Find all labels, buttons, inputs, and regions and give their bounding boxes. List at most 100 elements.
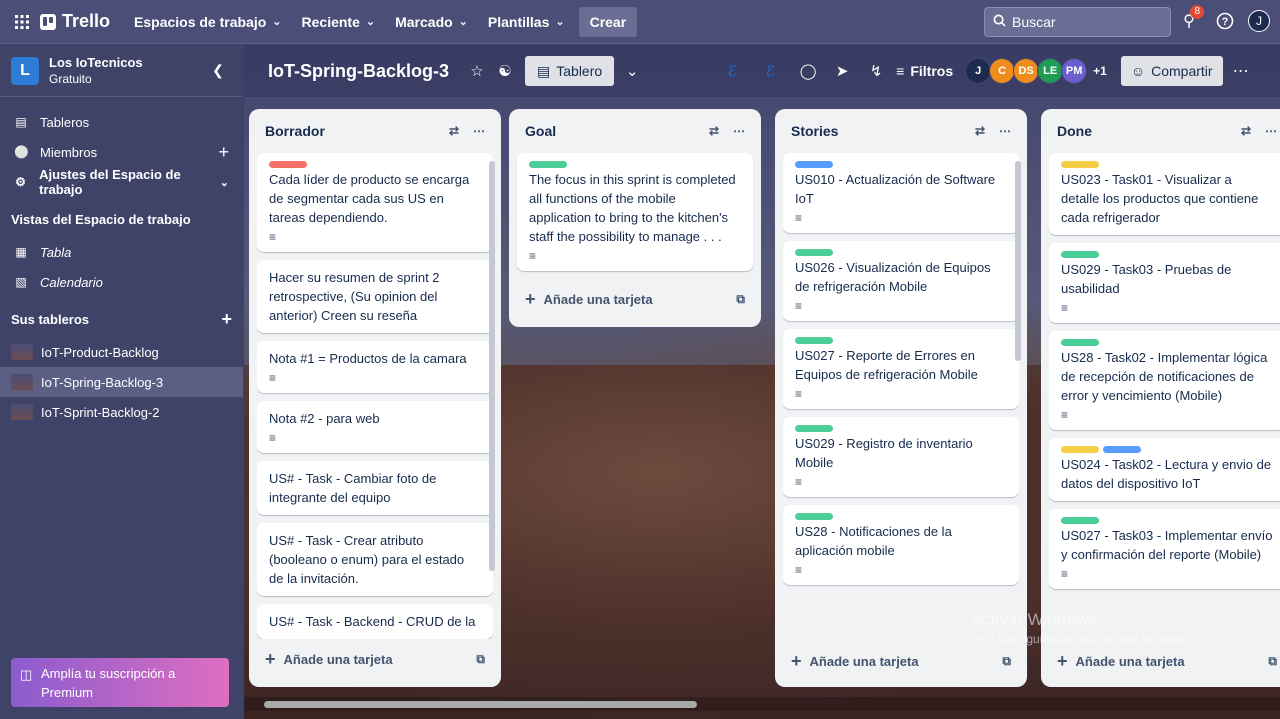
card-template-icon[interactable]: ⧉: [1268, 654, 1277, 669]
list-menu-icon[interactable]: ⋯: [733, 124, 745, 138]
list-header[interactable]: Stories ⇄ ⋯: [783, 109, 1019, 153]
card-template-icon[interactable]: ⧉: [1002, 654, 1011, 669]
powerup-icon[interactable]: ℰ: [756, 57, 784, 85]
list-header[interactable]: Goal ⇄ ⋯: [517, 109, 753, 153]
member-avatar[interactable]: LE: [1037, 58, 1064, 84]
list-title[interactable]: Stories: [791, 123, 838, 139]
card[interactable]: US010 - Actualización de Software IoT ≡: [783, 153, 1019, 233]
collapse-list-icon[interactable]: ⇄: [449, 124, 459, 138]
list-menu-icon[interactable]: ⋯: [999, 124, 1011, 138]
add-card-button[interactable]: + Añade una tarjeta ⧉: [783, 641, 1019, 681]
card[interactable]: Nota #2 - para web ≡: [257, 401, 493, 453]
create-button[interactable]: Crear: [578, 6, 638, 37]
add-member-icon[interactable]: +: [218, 142, 229, 163]
card[interactable]: US28 - Task02 - Implementar lógica de re…: [1049, 331, 1280, 430]
card-label[interactable]: [795, 513, 833, 520]
card[interactable]: US023 - Task01 - Visualizar a detalle lo…: [1049, 153, 1280, 235]
visibility-icon[interactable]: ☯: [491, 57, 519, 85]
card[interactable]: Cada líder de producto se encarga de seg…: [257, 153, 493, 252]
card-label[interactable]: [795, 337, 833, 344]
card[interactable]: US# - Task - Backend - CRUD de la: [257, 604, 493, 639]
card-label[interactable]: [795, 249, 833, 256]
card[interactable]: US28 - Notificaciones de la aplicación m…: [783, 505, 1019, 585]
card-label[interactable]: [1061, 339, 1099, 346]
rocket-icon[interactable]: ➤: [828, 57, 856, 85]
share-button[interactable]: ☺ Compartir: [1120, 56, 1223, 86]
apps-grid-icon[interactable]: [8, 8, 36, 36]
card[interactable]: Nota #1 = Productos de la camara ≡: [257, 341, 493, 393]
add-card-button[interactable]: + Añade una tarjeta ⧉: [1049, 641, 1280, 681]
card[interactable]: US027 - Task03 - Implementar envío y con…: [1049, 509, 1280, 589]
list-menu-icon[interactable]: ⋯: [473, 124, 485, 138]
menu-workspaces[interactable]: Espacios de trabajo ⌄: [124, 6, 292, 38]
horizontal-scrollbar[interactable]: [244, 697, 1280, 711]
sidebar-item-calendar[interactable]: ▧ Calendario: [0, 267, 243, 297]
board-title[interactable]: IoT-Spring-Backlog-3: [268, 61, 449, 82]
card-label[interactable]: [529, 161, 567, 168]
member-avatar[interactable]: PM: [1061, 58, 1088, 84]
sidebar-item-members[interactable]: ⚪ Miembros +: [0, 137, 243, 167]
card[interactable]: US024 - Task02 - Lectura y envio de dato…: [1049, 438, 1280, 501]
workspace-logo[interactable]: L: [11, 56, 39, 85]
board-members[interactable]: J C DS LE PM +1: [965, 58, 1107, 84]
member-avatar[interactable]: C: [989, 58, 1016, 84]
card[interactable]: Hacer su resumen de sprint 2 retrospecti…: [257, 260, 493, 333]
filters-button[interactable]: ≡ Filtros: [896, 63, 953, 79]
card-label[interactable]: [795, 425, 833, 432]
help-icon[interactable]: ?: [1212, 8, 1238, 34]
timer-icon[interactable]: ◯: [794, 57, 822, 85]
add-card-button[interactable]: + Añade una tarjeta ⧉: [517, 279, 753, 319]
scrollbar-thumb[interactable]: [264, 701, 697, 708]
card[interactable]: US# - Task - Cambiar foto de integrante …: [257, 461, 493, 515]
card-label[interactable]: [1061, 446, 1099, 453]
list-title[interactable]: Borrador: [265, 123, 325, 139]
card[interactable]: US# - Task - Crear atributo (booleano o …: [257, 523, 493, 596]
card[interactable]: US027 - Reporte de Errores en Equipos de…: [783, 329, 1019, 409]
menu-templates[interactable]: Plantillas ⌄: [478, 6, 575, 38]
board-view-button[interactable]: ▤ Tablero: [525, 56, 615, 86]
card-label[interactable]: [1061, 161, 1099, 168]
more-members[interactable]: +1: [1093, 64, 1107, 78]
list-menu-icon[interactable]: ⋯: [1265, 124, 1277, 138]
star-icon[interactable]: ☆: [463, 57, 491, 85]
collapse-list-icon[interactable]: ⇄: [709, 124, 719, 138]
menu-recent[interactable]: Reciente ⌄: [292, 6, 386, 38]
more-options-icon[interactable]: ⋯: [1233, 61, 1249, 81]
powerup-icon[interactable]: ℰ: [718, 57, 746, 85]
sidebar-item-settings[interactable]: ⚙ Ajustes del Espacio de trabajo ⌄: [0, 167, 243, 197]
search-input[interactable]: Buscar: [984, 7, 1171, 37]
sidebar-item-boards[interactable]: ▤ Tableros: [0, 107, 243, 137]
card[interactable]: US029 - Task03 - Pruebas de usabilidad ≡: [1049, 243, 1280, 323]
card-label[interactable]: [1061, 251, 1099, 258]
collapse-list-icon[interactable]: ⇄: [1241, 124, 1251, 138]
card-label[interactable]: [1061, 517, 1099, 524]
sidebar-item-table[interactable]: ▦ Tabla: [0, 237, 243, 267]
sidebar-board-item[interactable]: IoT-Sprint-Backlog-2: [0, 397, 243, 427]
card-label[interactable]: [795, 161, 833, 168]
card[interactable]: US029 - Registro de inventario Mobile ≡: [783, 417, 1019, 497]
chevron-down-icon[interactable]: ⌄: [618, 57, 646, 85]
collapse-sidebar-icon[interactable]: ❮: [204, 57, 232, 85]
card-label[interactable]: [1103, 446, 1141, 453]
card[interactable]: US026 - Visualización de Equipos de refr…: [783, 241, 1019, 321]
sidebar-board-item[interactable]: IoT-Spring-Backlog-3: [0, 367, 243, 397]
trello-logo[interactable]: Trello: [40, 11, 110, 32]
card-template-icon[interactable]: ⧉: [476, 652, 485, 667]
list-scrollbar[interactable]: [489, 161, 495, 571]
add-card-button[interactable]: + Añade una tarjeta ⧉: [257, 639, 493, 679]
list-title[interactable]: Done: [1057, 123, 1092, 139]
list-title[interactable]: Goal: [525, 123, 556, 139]
collapse-list-icon[interactable]: ⇄: [975, 124, 985, 138]
card-template-icon[interactable]: ⧉: [736, 292, 745, 307]
menu-starred[interactable]: Marcado ⌄: [385, 6, 478, 38]
upgrade-premium-button[interactable]: ◫ Amplía tu suscripción a Premium: [11, 658, 229, 707]
automation-icon[interactable]: ↯: [862, 57, 890, 85]
list-header[interactable]: Done ⇄ ⋯: [1049, 109, 1280, 153]
user-avatar[interactable]: J: [1248, 10, 1270, 32]
list-header[interactable]: Borrador ⇄ ⋯: [257, 109, 493, 153]
member-avatar[interactable]: DS: [1013, 58, 1040, 84]
sidebar-board-item[interactable]: IoT-Product-Backlog: [0, 337, 243, 367]
member-avatar[interactable]: J: [965, 58, 992, 84]
card-label[interactable]: [269, 161, 307, 168]
workspace-name[interactable]: Los IoTecnicos: [49, 55, 143, 70]
